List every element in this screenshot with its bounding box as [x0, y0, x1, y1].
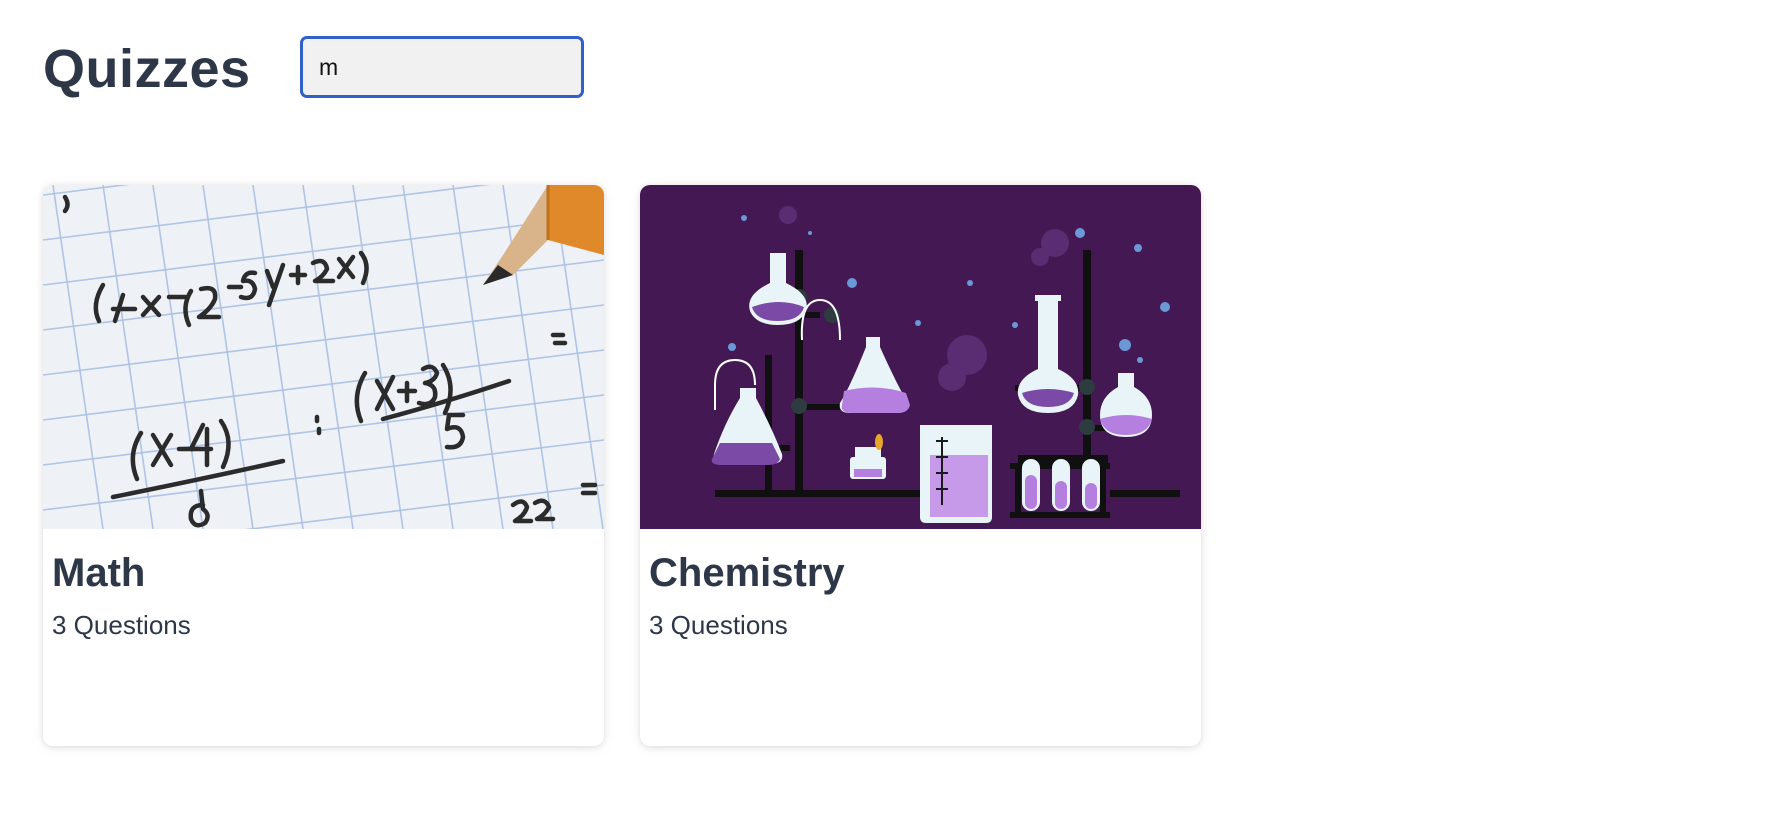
quiz-title: Math	[52, 551, 146, 595]
quiz-card-math[interactable]: Math 3 Questions	[43, 185, 604, 746]
question-count: 3 Questions	[52, 610, 191, 640]
quiz-title: Chemistry	[649, 551, 845, 595]
search-input[interactable]	[300, 36, 584, 98]
quiz-grid: Math 3 Questions Chemistry 3 Questions	[43, 185, 1201, 746]
math-notebook-pencil-image	[43, 185, 604, 529]
card-body: Chemistry 3 Questions	[640, 529, 1201, 663]
page-title: Quizzes	[43, 39, 251, 99]
chemistry-lab-flasks-image	[640, 185, 1201, 529]
question-count: 3 Questions	[649, 610, 788, 640]
card-body: Math 3 Questions	[43, 529, 604, 663]
quiz-card-chemistry[interactable]: Chemistry 3 Questions	[640, 185, 1201, 746]
header: Quizzes	[43, 34, 251, 104]
